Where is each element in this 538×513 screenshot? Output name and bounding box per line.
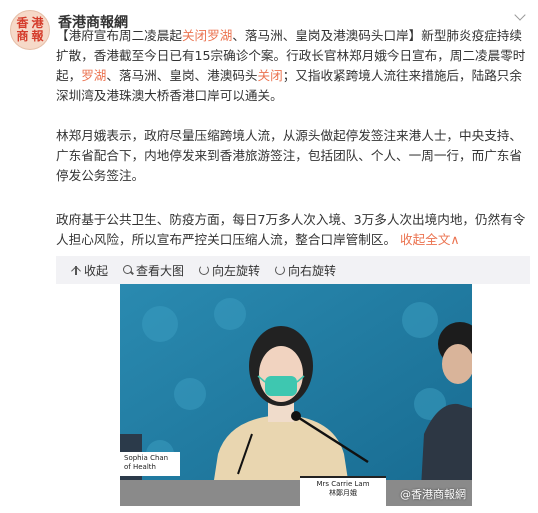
view-large-button[interactable]: 查看大图: [122, 262, 184, 279]
side-nameplate: Sophia Chan of Health: [120, 452, 180, 476]
post-paragraph-1: 【港府宣布周二凌晨起关闭罗湖、落马洲、皇岗及港澳码头口岸】新型肺炎疫症持续扩散，…: [56, 26, 526, 106]
nameplate-english: Mrs Carrie Lam: [316, 480, 370, 488]
image-toolbar: 收起 查看大图 向左旋转 向右旋转: [56, 256, 530, 284]
image-watermark: @香港商報網: [400, 488, 466, 501]
rotate-right-icon: [274, 264, 286, 276]
chevron-down-icon[interactable]: [514, 10, 528, 24]
collapse-image-button[interactable]: 收起: [70, 262, 108, 279]
nameplate-chinese: 林鄭月娥: [329, 489, 357, 497]
collapse-label: 收起: [84, 263, 109, 278]
rotate-right-label: 向右旋转: [288, 263, 337, 278]
side-nameplate-line1: Sophia Chan: [124, 454, 169, 462]
chevron-up-icon: ∧: [450, 232, 460, 247]
rotate-left-icon: [198, 264, 210, 276]
rotate-left-button[interactable]: 向左旋转: [198, 262, 260, 279]
post-text-segment: 【港府宣布周二凌晨起: [56, 28, 182, 43]
rotate-right-button[interactable]: 向右旋转: [274, 262, 336, 279]
collapse-text-link[interactable]: 收起全文∧: [400, 232, 460, 247]
speaker-nameplate: Mrs Carrie Lam 林鄭月娥: [300, 476, 386, 506]
rotate-left-label: 向左旋转: [212, 263, 261, 278]
post-paragraph-3: 政府基于公共卫生、防疫方面，每日7万多人次入境、3万多人次出境内地，仍然有令人担…: [56, 210, 526, 250]
collapse-text-label: 收起全文: [400, 232, 451, 247]
post-text-segment: 、落马洲、皇岗、港澳码头: [106, 68, 258, 83]
avatar-char: 報: [31, 29, 44, 43]
side-nameplate-line2: of Health: [124, 463, 156, 471]
avatar-char: 商: [16, 29, 29, 43]
highlighted-keyword[interactable]: 罗湖: [81, 68, 106, 83]
post-paragraph-2: 林郑月娥表示，政府尽量压缩跨境人流，从源头做起停发签注来港人士，中央支持、广东省…: [56, 128, 522, 183]
highlighted-keyword[interactable]: 关闭罗湖: [182, 28, 232, 43]
press-conference-photo[interactable]: Sophia Chan of Health Mrs Carrie Lam 林鄭月…: [120, 284, 472, 506]
arrow-up-icon: [70, 264, 82, 276]
view-large-label: 查看大图: [136, 263, 185, 278]
search-icon: [122, 264, 134, 276]
highlighted-keyword[interactable]: 关闭: [258, 68, 283, 83]
avatar[interactable]: 香 港 商 報: [10, 10, 50, 50]
